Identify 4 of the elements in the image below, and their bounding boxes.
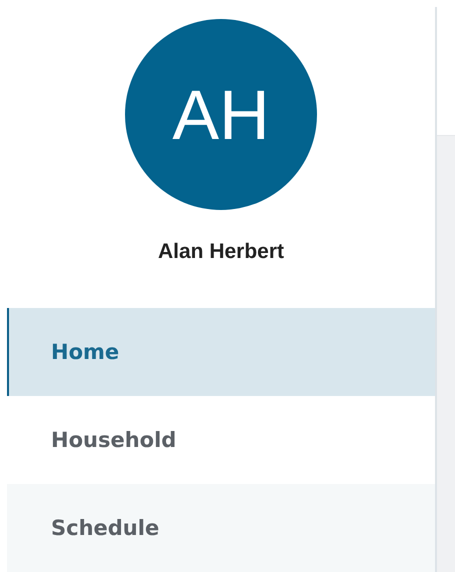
nav-item[interactable]: Schedule — [7, 484, 435, 572]
avatar: AH — [125, 19, 317, 210]
user-name: Alan Herbert — [158, 240, 284, 264]
nav-item[interactable]: Home — [7, 308, 435, 396]
